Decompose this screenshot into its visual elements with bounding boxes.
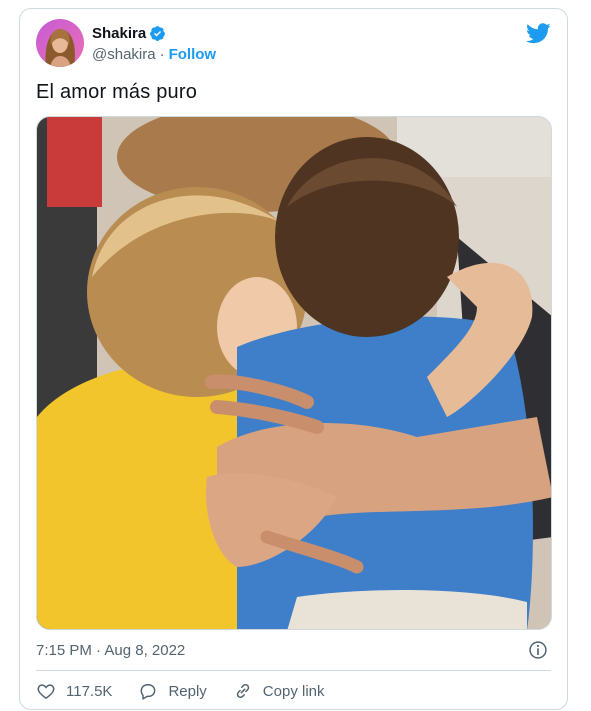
reply-label: Reply <box>168 682 207 700</box>
like-count: 117.5K <box>66 682 113 700</box>
tweet-actions: 117.5K Reply Copy link <box>36 681 351 701</box>
author-name-row: Shakira <box>92 25 166 42</box>
follow-button[interactable]: Follow <box>169 46 217 63</box>
like-button[interactable]: 117.5K <box>36 681 112 701</box>
copy-link-button[interactable]: Copy link <box>233 681 325 701</box>
info-icon[interactable] <box>528 640 548 660</box>
link-icon <box>236 683 249 699</box>
copy-link-label: Copy link <box>262 682 325 700</box>
author-handle-row: @shakira · Follow <box>92 46 216 63</box>
tweet-timestamp[interactable]: 7:15 PM · Aug 8, 2022 <box>36 642 185 659</box>
divider <box>36 670 551 671</box>
author-display-name[interactable]: Shakira <box>92 25 146 42</box>
author-handle[interactable]: @shakira <box>92 46 156 63</box>
avatar[interactable] <box>36 19 84 67</box>
verified-badge-icon <box>150 26 166 41</box>
heart-icon <box>37 684 55 699</box>
tweet-card[interactable]: Shakira @shakira · Follow El amor más pu… <box>19 8 568 710</box>
tweet-photo[interactable] <box>36 116 552 630</box>
photo-image <box>37 117 551 629</box>
reply-button[interactable]: Reply <box>138 681 207 701</box>
separator-dot: · <box>159 46 165 63</box>
reply-bubble-icon <box>141 684 156 700</box>
tweet-text: El amor más puro <box>36 81 198 103</box>
twitter-bird-icon[interactable] <box>526 23 551 44</box>
